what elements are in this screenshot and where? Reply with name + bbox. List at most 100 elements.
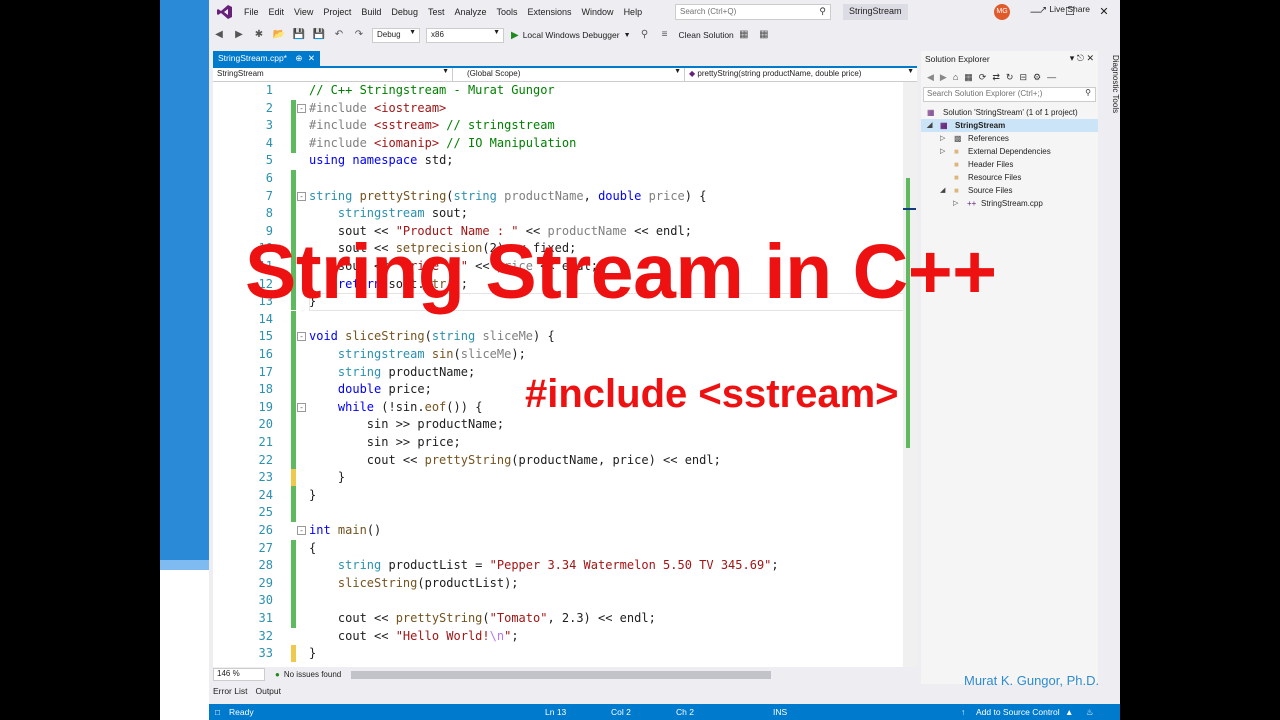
collapsed-icon[interactable]: ▷ bbox=[953, 197, 958, 210]
code-line[interactable]: sin >> price; bbox=[309, 434, 461, 452]
member-dropdown[interactable]: ◆ prettyString(string productName, doubl… bbox=[685, 68, 917, 82]
tree-item-stringstream-cpp[interactable]: ▷ ++ StringStream.cpp bbox=[921, 197, 1098, 210]
properties-icon[interactable]: ⚙ bbox=[1033, 72, 1041, 83]
rebuild-icon[interactable]: ▦ bbox=[757, 28, 771, 42]
collapse-icon[interactable]: - bbox=[297, 191, 306, 201]
code-line[interactable]: cout << prettyString("Tomato", 2.3) << e… bbox=[309, 610, 656, 628]
sync-icon[interactable]: ⇄ bbox=[992, 72, 1000, 83]
code-line[interactable]: { bbox=[309, 540, 316, 558]
menu-build[interactable]: Build bbox=[356, 7, 386, 17]
close-icon[interactable]: ✕ bbox=[1089, 2, 1119, 22]
menu-debug[interactable]: Debug bbox=[386, 7, 423, 17]
notification-bell-icon[interactable]: ♨ bbox=[1086, 707, 1094, 718]
solution-platform-select[interactable]: x86 ▼ bbox=[426, 27, 504, 43]
refresh-icon[interactable]: ↻ bbox=[1006, 72, 1014, 83]
comment-icon[interactable]: ≡ bbox=[658, 28, 672, 42]
back-navigate-icon[interactable]: ◀ bbox=[212, 28, 226, 42]
tab-stringstream-cpp[interactable]: StringStream.cpp* ⊕ ✕ bbox=[213, 51, 320, 67]
menu-extensions[interactable]: Extensions bbox=[523, 7, 577, 17]
pin-icon[interactable]: ⎋ bbox=[1077, 53, 1084, 63]
forward-navigate-icon[interactable]: ▶ bbox=[232, 28, 246, 42]
code-line[interactable]: cout << "Hello World!\n"; bbox=[309, 628, 519, 646]
close-tab-icon[interactable]: ✕ bbox=[308, 53, 315, 63]
tree-item-external-dependencies[interactable]: ▷ ■ External Dependencies bbox=[921, 145, 1098, 158]
collapse-all-icon[interactable]: ⊟ bbox=[1019, 72, 1027, 83]
new-project-icon[interactable]: ✱ bbox=[252, 28, 266, 42]
collapsed-icon[interactable]: ▷ bbox=[940, 132, 945, 145]
undo-icon[interactable]: ↶ bbox=[332, 28, 346, 42]
code-line[interactable]: sliceString(productList); bbox=[309, 575, 519, 593]
menu-test[interactable]: Test bbox=[423, 7, 450, 17]
solution-configuration-select[interactable]: Debug ▼ bbox=[372, 27, 420, 43]
tree-item-project[interactable]: ◢ ▦ StringStream bbox=[921, 119, 1098, 132]
code-line[interactable]: using namespace std; bbox=[309, 152, 454, 170]
pin-icon[interactable]: ⊕ bbox=[295, 53, 302, 63]
forward-icon[interactable]: ▶ bbox=[940, 72, 947, 83]
code-line[interactable]: } bbox=[309, 469, 345, 487]
user-avatar[interactable]: MG bbox=[994, 4, 1010, 20]
build-icon[interactable]: ▦ bbox=[737, 28, 751, 42]
scope-dropdown[interactable]: (Global Scope) ▼ bbox=[453, 68, 685, 82]
code-line[interactable]: // C++ Stringstream - Murat Gungor bbox=[309, 82, 555, 100]
quick-launch-search-input[interactable]: Search (Ctrl+Q) ⚲ bbox=[675, 4, 831, 20]
diagnostic-tools-tab[interactable]: Diagnostic Tools bbox=[1101, 51, 1120, 171]
code-line[interactable]: #include <iostream> bbox=[309, 100, 446, 118]
code-line[interactable]: string prettyString(string productName, … bbox=[309, 188, 706, 206]
dropdown-icon[interactable]: ▾ bbox=[1070, 53, 1075, 63]
close-icon[interactable]: ✕ bbox=[1086, 53, 1094, 63]
menu-help[interactable]: Help bbox=[619, 7, 648, 17]
menu-edit[interactable]: Edit bbox=[264, 7, 290, 17]
live-share-button[interactable]: ↗ Live Share bbox=[1040, 4, 1090, 15]
code-line[interactable]: string productName; bbox=[309, 364, 475, 382]
solution-explorer-search-input[interactable]: Search Solution Explorer (Ctrl+;) ⚲ bbox=[923, 87, 1096, 102]
code-line[interactable]: stringstream sin(sliceMe); bbox=[309, 346, 526, 364]
home-icon[interactable]: ⌂ bbox=[953, 72, 958, 82]
expanded-icon[interactable]: ◢ bbox=[940, 184, 945, 197]
menu-file[interactable]: File bbox=[239, 7, 264, 17]
clean-solution-button[interactable]: Clean Solution bbox=[679, 30, 734, 40]
tab-error-list[interactable]: Error List bbox=[209, 684, 251, 700]
code-line[interactable]: #include <iomanip> // IO Manipulation bbox=[309, 135, 576, 153]
pending-changes-icon[interactable]: ⟳ bbox=[979, 72, 987, 83]
code-line[interactable]: double price; bbox=[309, 381, 432, 399]
code-line[interactable]: cout << prettyString(productName, price)… bbox=[309, 452, 721, 470]
save-all-icon[interactable]: 💾 bbox=[312, 28, 326, 42]
tree-item-solution[interactable]: ▦ Solution 'StringStream' (1 of 1 projec… bbox=[921, 106, 1098, 119]
save-icon[interactable]: 💾 bbox=[292, 28, 306, 42]
switch-views-icon[interactable]: ▦ bbox=[964, 72, 973, 83]
tree-item-resource-files[interactable]: ■ Resource Files bbox=[921, 171, 1098, 184]
add-to-source-control-button[interactable]: Add to Source Control bbox=[976, 707, 1060, 717]
code-line[interactable]: int main() bbox=[309, 522, 381, 540]
start-debugging-button[interactable]: ▶ Local Windows Debugger ▼ bbox=[511, 30, 631, 41]
preview-icon[interactable]: — bbox=[1047, 72, 1056, 82]
code-line[interactable]: sin >> productName; bbox=[309, 416, 504, 434]
collapsed-icon[interactable]: ▷ bbox=[940, 145, 945, 158]
code-line[interactable]: string productList = "Pepper 3.34 Waterm… bbox=[309, 557, 779, 575]
open-file-icon[interactable]: 📂 bbox=[272, 28, 286, 42]
zoom-select[interactable]: 146 % bbox=[213, 668, 265, 681]
collapse-icon[interactable]: - bbox=[297, 332, 306, 342]
editor-horizontal-scrollbar[interactable] bbox=[351, 670, 772, 679]
redo-icon[interactable]: ↷ bbox=[352, 28, 366, 42]
back-icon[interactable]: ◀ bbox=[927, 72, 934, 83]
tree-item-source-files[interactable]: ◢ ■ Source Files bbox=[921, 184, 1098, 197]
code-line[interactable]: #include <sstream> // stringstream bbox=[309, 117, 555, 135]
code-line[interactable]: stringstream sout; bbox=[309, 205, 468, 223]
project-dropdown[interactable]: StringStream ▼ bbox=[213, 68, 453, 82]
tree-item-references[interactable]: ▷ ▩ References bbox=[921, 132, 1098, 145]
collapse-icon[interactable]: - bbox=[297, 402, 306, 412]
tree-item-header-files[interactable]: ■ Header Files bbox=[921, 158, 1098, 171]
collapse-icon[interactable]: - bbox=[297, 103, 306, 113]
code-line[interactable]: } bbox=[309, 487, 316, 505]
issues-indicator[interactable]: ● No issues found bbox=[275, 670, 341, 679]
menu-window[interactable]: Window bbox=[577, 7, 619, 17]
collapse-icon[interactable]: - bbox=[297, 526, 306, 535]
menu-tools[interactable]: Tools bbox=[492, 7, 523, 17]
menu-project[interactable]: Project bbox=[318, 7, 356, 17]
code-line[interactable]: void sliceString(string sliceMe) { bbox=[309, 328, 555, 346]
code-line[interactable]: } bbox=[309, 645, 316, 663]
tab-output[interactable]: Output bbox=[251, 684, 285, 700]
menu-view[interactable]: View bbox=[289, 7, 318, 17]
expanded-icon[interactable]: ◢ bbox=[927, 119, 932, 132]
code-line[interactable]: while (!sin.eof()) { bbox=[309, 399, 483, 417]
